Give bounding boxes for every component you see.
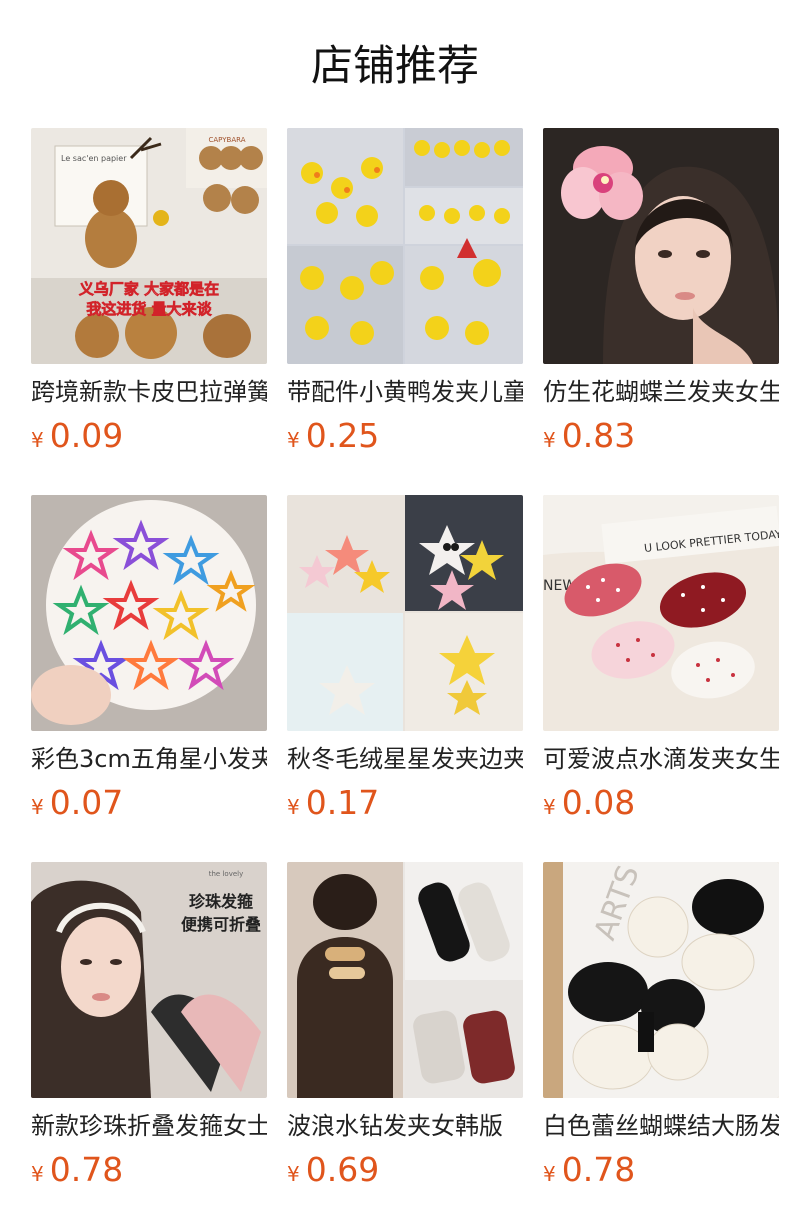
product-image[interactable]: [287, 128, 523, 364]
product-price: ¥0.83: [543, 416, 779, 462]
product-price: ¥0.08: [543, 783, 779, 829]
image-tag-text: CAPYBARA: [209, 136, 246, 144]
price-value: 0.17: [305, 783, 380, 822]
product-title[interactable]: 白色蕾丝蝴蝶结大肠发圈: [543, 1110, 779, 1142]
product-image[interactable]: U LOOK PRETTIER TODAY NEWE: [543, 495, 779, 731]
product-card[interactable]: 珍珠发箍 便携可折叠 the lovely 新款珍珠折叠发箍女士 ¥0.78: [31, 862, 267, 1207]
price-value: 0.69: [305, 1150, 380, 1189]
product-price: ¥0.78: [543, 1150, 779, 1196]
currency-symbol: ¥: [287, 1162, 300, 1186]
product-title[interactable]: 仿生花蝴蝶兰发夹女生: [543, 376, 779, 408]
product-card[interactable]: U LOOK PRETTIER TODAY NEWE 可爱波点水滴发夹女生 ¥0…: [543, 495, 779, 840]
currency-symbol: ¥: [543, 795, 556, 819]
price-value: 0.25: [305, 416, 380, 455]
product-price: ¥0.07: [31, 783, 267, 829]
product-card[interactable]: 波浪水钻发夹女韩版 ¥0.69: [287, 862, 523, 1207]
product-card[interactable]: 秋冬毛绒星星发夹边夹 ¥0.17: [287, 495, 523, 840]
product-title[interactable]: 彩色3cm五角星小发夹: [31, 743, 267, 775]
product-title[interactable]: 可爱波点水滴发夹女生: [543, 743, 779, 775]
price-value: 0.07: [49, 783, 124, 822]
product-title[interactable]: 跨境新款卡皮巴拉弹簧发夹: [31, 376, 267, 408]
currency-symbol: ¥: [31, 428, 44, 452]
product-card[interactable]: ARTS 白色蕾丝蝴蝶结大肠发圈 ¥0.78: [543, 862, 779, 1207]
product-price: ¥0.25: [287, 416, 523, 462]
product-image[interactable]: [287, 862, 523, 1098]
product-image[interactable]: 义乌厂家 大家都是在 我这进货 量大来谈 Le sac'en papier CA…: [31, 128, 267, 364]
product-price: ¥0.78: [31, 1150, 267, 1196]
price-value: 0.78: [561, 1150, 636, 1189]
currency-symbol: ¥: [543, 1162, 556, 1186]
price-value: 0.83: [561, 416, 636, 455]
product-card[interactable]: 带配件小黄鸭发夹儿童 ¥0.25: [287, 128, 523, 473]
price-value: 0.78: [49, 1150, 124, 1189]
product-card[interactable]: 义乌厂家 大家都是在 我这进货 量大来谈 Le sac'en papier CA…: [31, 128, 267, 473]
product-price: ¥0.09: [31, 416, 267, 462]
image-overlay-line-1: 义乌厂家 大家都是在: [79, 280, 219, 298]
product-title[interactable]: 波浪水钻发夹女韩版: [287, 1110, 523, 1142]
price-value: 0.08: [561, 783, 636, 822]
image-card-text: Le sac'en papier: [61, 154, 127, 163]
currency-symbol: ¥: [543, 428, 556, 452]
product-image[interactable]: [287, 495, 523, 731]
product-price: ¥0.69: [287, 1150, 523, 1196]
product-image[interactable]: 珍珠发箍 便携可折叠 the lovely: [31, 862, 267, 1098]
product-card[interactable]: 仿生花蝴蝶兰发夹女生 ¥0.83: [543, 128, 779, 473]
image-text: the lovely: [209, 870, 243, 878]
currency-symbol: ¥: [287, 795, 300, 819]
image-overlay-line-2: 便携可折叠: [181, 915, 261, 934]
product-title[interactable]: 新款珍珠折叠发箍女士: [31, 1110, 267, 1142]
image-overlay-line-2: 我这进货 量大来谈: [86, 300, 212, 318]
product-image[interactable]: [543, 128, 779, 364]
image-overlay-line-1: 珍珠发箍: [189, 892, 253, 911]
product-card[interactable]: 彩色3cm五角星小发夹 ¥0.07: [31, 495, 267, 840]
currency-symbol: ¥: [31, 1162, 44, 1186]
currency-symbol: ¥: [287, 428, 300, 452]
product-title[interactable]: 带配件小黄鸭发夹儿童: [287, 376, 523, 408]
currency-symbol: ¥: [31, 795, 44, 819]
product-price: ¥0.17: [287, 783, 523, 829]
section-title: 店铺推荐: [310, 41, 479, 90]
price-value: 0.09: [49, 416, 124, 455]
product-image[interactable]: [31, 495, 267, 731]
product-title[interactable]: 秋冬毛绒星星发夹边夹: [287, 743, 523, 775]
product-image[interactable]: ARTS: [543, 862, 779, 1098]
